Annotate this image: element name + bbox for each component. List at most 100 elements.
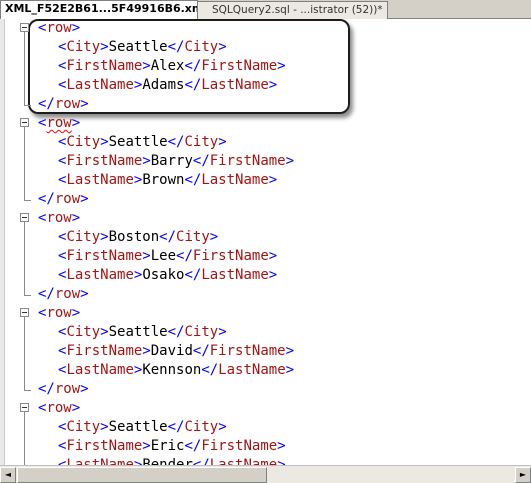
xml-line-city[interactable]: <City>Seattle</City> (0, 133, 531, 152)
collapse-toggle-icon[interactable] (20, 403, 29, 412)
row-open-tag: <row> (38, 305, 81, 321)
outline-guide-end (24, 200, 31, 201)
row-tag-name: row (54, 191, 81, 207)
city-element: <City>Seattle</City> (58, 39, 227, 55)
row-tag-name: row (46, 20, 72, 36)
first-name-value: Eric (150, 438, 185, 454)
xml-line-last-name[interactable]: <LastName>Osako</LastName> (0, 266, 531, 285)
first-name-close-tag-name: FirstName (201, 438, 278, 454)
last-name-value: Kennson (142, 362, 202, 378)
xml-line-row-open[interactable]: <row> (0, 209, 531, 228)
collapse-toggle-icon[interactable] (20, 213, 29, 222)
first-name-close-tag-name: FirstName (209, 153, 286, 169)
outline-guide (24, 317, 25, 390)
first-name-value: Barry (150, 153, 193, 169)
outline-guide (24, 32, 25, 105)
last-name-value: Bender (142, 457, 193, 465)
last-name-element: <LastName>Kennson</LastName> (58, 362, 295, 378)
row-close-tag: </row> (38, 191, 89, 207)
row-close-tag: </row> (38, 286, 89, 302)
city-value: Boston (108, 229, 160, 245)
city-close-tag-name: City (184, 324, 219, 340)
xml-line-last-name[interactable]: <LastName>Brown</LastName> (0, 171, 531, 190)
first-name-close-tag-name: FirstName (201, 58, 278, 74)
xml-line-first-name[interactable]: <FirstName>Alex</FirstName> (0, 57, 531, 76)
last-name-value: Adams (142, 77, 185, 93)
city-close-tag-name: City (176, 229, 210, 245)
xml-editor[interactable]: <row> <City>Seattle</City> <FirstName>Alex… (0, 19, 531, 465)
xml-line-row-close[interactable]: </row> (0, 95, 531, 114)
collapse-toggle-icon[interactable] (20, 118, 29, 127)
xml-line-first-name[interactable]: <FirstName>Eric</FirstName> (0, 437, 531, 456)
outline-guide-end (24, 390, 31, 391)
city-open-tag-name: City (66, 324, 101, 340)
xml-line-row-open[interactable]: <row> (0, 399, 531, 418)
tab-xml-result[interactable]: XML_F52E2B61...5F49916B6.xml (0, 0, 198, 19)
outline-guide (24, 127, 25, 200)
row-tag-name: row (54, 381, 81, 397)
xml-line-row-close[interactable]: </row> (0, 380, 531, 399)
xml-line-first-name[interactable]: <FirstName>David</FirstName> (0, 342, 531, 361)
first-name-element: <FirstName>Lee</FirstName> (58, 248, 278, 264)
row-tag-name: row (46, 305, 72, 321)
collapse-toggle-icon[interactable] (20, 23, 29, 32)
row-close-tag: </row> (38, 381, 89, 397)
row-open-tag: <row> (38, 400, 81, 416)
last-name-open-tag-name: LastName (66, 362, 134, 378)
tab-xml-result-label: XML_F52E2B61...5F49916B6.xml (5, 2, 198, 15)
first-name-element: <FirstName>Alex</FirstName> (58, 58, 286, 74)
city-value: Seattle (108, 134, 168, 150)
xml-line-last-name[interactable]: <LastName>Adams</LastName> (0, 76, 531, 95)
collapse-toggle-icon[interactable] (20, 308, 29, 317)
xml-line-row-open[interactable]: <row> (0, 19, 531, 38)
first-name-close-tag-name: FirstName (209, 343, 286, 359)
tab-sql-query-label: SQLQuery2.sql - ...istrator (52))* (212, 4, 383, 16)
xml-line-row-close[interactable]: </row> (0, 285, 531, 304)
city-open-tag-name: City (66, 229, 101, 245)
last-name-close-tag-name: LastName (201, 172, 269, 188)
xml-line-last-name[interactable]: <LastName>Kennson</LastName> (0, 361, 531, 380)
document-tab-strip: XML_F52E2B61...5F49916B6.xml SQLQuery2.s… (0, 0, 531, 19)
xml-line-row-close[interactable]: </row> (0, 190, 531, 209)
scroll-thumb[interactable] (17, 467, 267, 483)
xml-line-city[interactable]: <City>Seattle</City> (0, 38, 531, 57)
last-name-close-tag-name: LastName (201, 267, 269, 283)
xml-line-city[interactable]: <City>Seattle</City> (0, 323, 531, 342)
last-name-close-tag-name: LastName (201, 77, 269, 93)
first-name-element: <FirstName>Barry</FirstName> (58, 153, 295, 169)
first-name-element: <FirstName>David</FirstName> (58, 343, 295, 359)
xml-line-first-name[interactable]: <FirstName>Barry</FirstName> (0, 152, 531, 171)
horizontal-scrollbar[interactable]: ◄ ► (0, 465, 531, 483)
first-name-open-tag-name: FirstName (66, 153, 143, 169)
last-name-open-tag-name: LastName (66, 457, 134, 465)
last-name-element: <LastName>Adams</LastName> (58, 77, 278, 93)
xml-line-city[interactable]: <City>Seattle</City> (0, 418, 531, 437)
city-close-tag-name: City (184, 39, 219, 55)
first-name-element: <FirstName>Eric</FirstName> (58, 438, 286, 454)
first-name-open-tag-name: FirstName (66, 248, 143, 264)
city-close-tag-name: City (184, 134, 219, 150)
city-value: Seattle (108, 419, 168, 435)
scroll-left-button[interactable]: ◄ (0, 467, 16, 483)
row-tag-name: row (46, 400, 72, 416)
first-name-value: Alex (150, 58, 185, 74)
xml-line-last-name[interactable]: <LastName>Bender</LastName> (0, 456, 531, 465)
row-tag-name: row (46, 115, 72, 131)
city-element: <City>Seattle</City> (58, 324, 227, 340)
city-element: <City>Seattle</City> (58, 134, 227, 150)
scroll-right-button[interactable]: ► (515, 467, 531, 483)
city-value: Seattle (108, 324, 168, 340)
xml-line-row-open[interactable]: <row> (0, 304, 531, 323)
outline-guide-end (24, 295, 31, 296)
tab-sql-query[interactable]: SQLQuery2.sql - ...istrator (52))* (197, 1, 388, 19)
last-name-value: Brown (142, 172, 185, 188)
xml-line-row-open[interactable]: <row> (0, 114, 531, 133)
last-name-value: Osako (142, 267, 185, 283)
first-name-value: David (150, 343, 193, 359)
city-open-tag-name: City (66, 134, 101, 150)
xml-line-city[interactable]: <City>Boston</City> (0, 228, 531, 247)
xml-line-first-name[interactable]: <FirstName>Lee</FirstName> (0, 247, 531, 266)
city-value: Seattle (108, 39, 168, 55)
last-name-open-tag-name: LastName (66, 172, 134, 188)
city-open-tag-name: City (66, 39, 101, 55)
